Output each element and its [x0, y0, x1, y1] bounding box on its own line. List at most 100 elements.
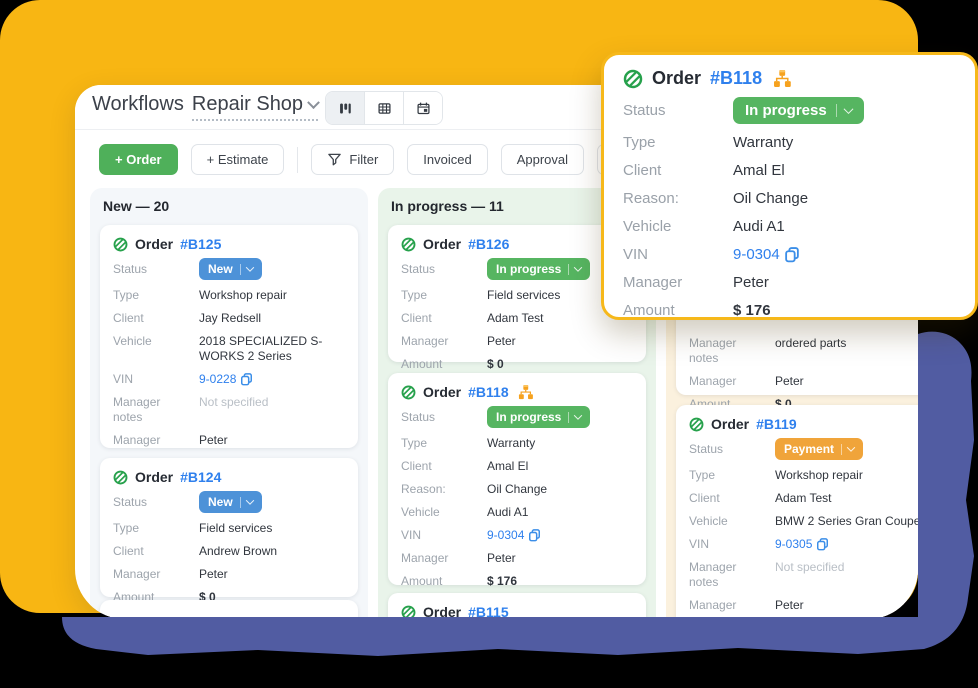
field-label: VIN [113, 372, 199, 387]
order-label: Order [423, 236, 461, 252]
field-label: Manager [401, 334, 487, 349]
field-label: Vehicle [401, 505, 487, 520]
order-label: Order [135, 236, 173, 252]
vin-value: 9-0304 [733, 245, 800, 264]
order-icon [401, 605, 416, 620]
copy-icon[interactable] [784, 247, 800, 263]
order-card-b124[interactable]: Order #B124 Status New Type Field servic… [100, 458, 358, 597]
copy-icon[interactable] [528, 529, 541, 542]
badge-divider [240, 497, 241, 508]
order-label: Order [135, 469, 173, 485]
status-badge[interactable]: New [199, 491, 262, 513]
field-label: Client [113, 544, 199, 559]
amount-value: $ 176 [487, 574, 517, 589]
badge-divider [568, 412, 569, 423]
field-value: Peter [775, 598, 804, 613]
invoiced-filter-button[interactable]: Invoiced [407, 144, 487, 175]
order-icon [689, 417, 704, 432]
field-label: Manager [401, 551, 487, 566]
chevron-down-icon [574, 411, 582, 419]
field-value: Peter [199, 433, 228, 448]
field-value: Andrew Brown [199, 544, 277, 559]
order-card-b115[interactable]: Order #B115 [388, 593, 646, 619]
calendar-icon [416, 101, 431, 116]
status-badge-label: In progress [496, 410, 561, 425]
status-badge[interactable]: Payment [775, 438, 863, 460]
vin-value: 9-0228 [199, 372, 253, 387]
status-badge[interactable]: New [199, 258, 262, 280]
order-icon [401, 385, 416, 400]
filter-icon [327, 152, 342, 167]
order-id-link[interactable]: #B125 [180, 236, 221, 252]
chevron-down-icon [245, 263, 253, 271]
table-view-button[interactable] [365, 92, 404, 124]
order-icon [113, 237, 128, 252]
card-title: Order #B126 [401, 236, 633, 252]
field-label: Reason: [401, 482, 487, 497]
order-label: Order [423, 604, 461, 619]
order-label: Order [652, 68, 701, 89]
filter-button-label: Filter [349, 152, 378, 167]
field-label: Manager [689, 598, 775, 613]
app-title: Workflows [92, 93, 184, 116]
badge-divider [240, 264, 241, 275]
order-id-link[interactable]: #B118 [710, 68, 762, 89]
field-value: BMW 2 Series Gran Coupe [775, 514, 918, 529]
field-label: Manager [689, 374, 775, 389]
vin-value: 9-0305 [775, 537, 829, 552]
card-title: Order #B125 [113, 236, 345, 252]
field-value: Amal El [733, 161, 785, 180]
field-label: VIN [401, 528, 487, 543]
field-value: Not specified [775, 560, 844, 590]
add-estimate-button[interactable]: + Estimate [191, 144, 285, 175]
field-value: ordered parts [775, 336, 846, 366]
copy-icon[interactable] [240, 373, 253, 386]
status-badge[interactable]: In progress [487, 258, 590, 280]
approval-filter-button[interactable]: Approval [501, 144, 584, 175]
copy-icon[interactable] [816, 538, 829, 551]
order-id-link[interactable]: #B124 [180, 469, 221, 485]
order-card-b118[interactable]: Order #B118 Status In progress Type Warr… [388, 373, 646, 585]
order-id-link[interactable]: #B126 [468, 236, 509, 252]
order-icon [623, 69, 643, 89]
calendar-view-button[interactable] [404, 92, 442, 124]
badge-divider [841, 444, 842, 455]
board-title-dropdown[interactable]: Repair Shop [192, 93, 318, 121]
field-value: Jay Redsell [199, 311, 261, 326]
field-label: Status [401, 262, 487, 277]
order-card-b125[interactable]: Order #B125 Status New Type Workshop rep… [100, 225, 358, 448]
field-label: Manager [113, 567, 199, 582]
field-value: Peter [775, 374, 804, 389]
field-label: Manager notes [689, 560, 775, 590]
order-id-link[interactable]: #B119 [756, 416, 796, 432]
order-id-link[interactable]: #B115 [468, 604, 508, 619]
order-card-clipped[interactable] [100, 600, 358, 619]
status-badge[interactable]: In progress [487, 406, 590, 428]
field-label: Amount [401, 574, 487, 589]
chevron-down-icon [574, 263, 582, 271]
status-badge-label: Payment [784, 442, 834, 457]
chevron-down-icon [307, 96, 320, 109]
field-value: Workshop repair [199, 288, 287, 303]
order-id-link[interactable]: #B118 [468, 384, 508, 400]
status-badge[interactable]: In progress [733, 97, 864, 124]
order-card-b119[interactable]: Order #B119 Status Payment Type Workshop… [676, 405, 918, 619]
field-label: Amount [623, 301, 733, 320]
field-label: Client [689, 491, 775, 506]
field-label: Status [623, 101, 733, 120]
filter-button[interactable]: Filter [311, 144, 394, 175]
status-badge-label: In progress [496, 262, 561, 277]
vin-number: 9-0228 [199, 372, 236, 387]
field-label: Manager notes [689, 336, 775, 366]
field-label: Manager [113, 433, 199, 448]
field-value: Adam Test [775, 491, 831, 506]
view-toggle-group [325, 91, 443, 125]
kanban-view-button[interactable] [326, 92, 365, 124]
field-value: Warranty [487, 436, 535, 451]
field-value: Adam Test [487, 311, 543, 326]
field-label: Type [113, 288, 199, 303]
vin-number: 9-0304 [733, 245, 780, 264]
kanban-icon [338, 101, 353, 116]
add-order-button[interactable]: + Order [99, 144, 178, 175]
field-label: Vehicle [689, 514, 775, 529]
